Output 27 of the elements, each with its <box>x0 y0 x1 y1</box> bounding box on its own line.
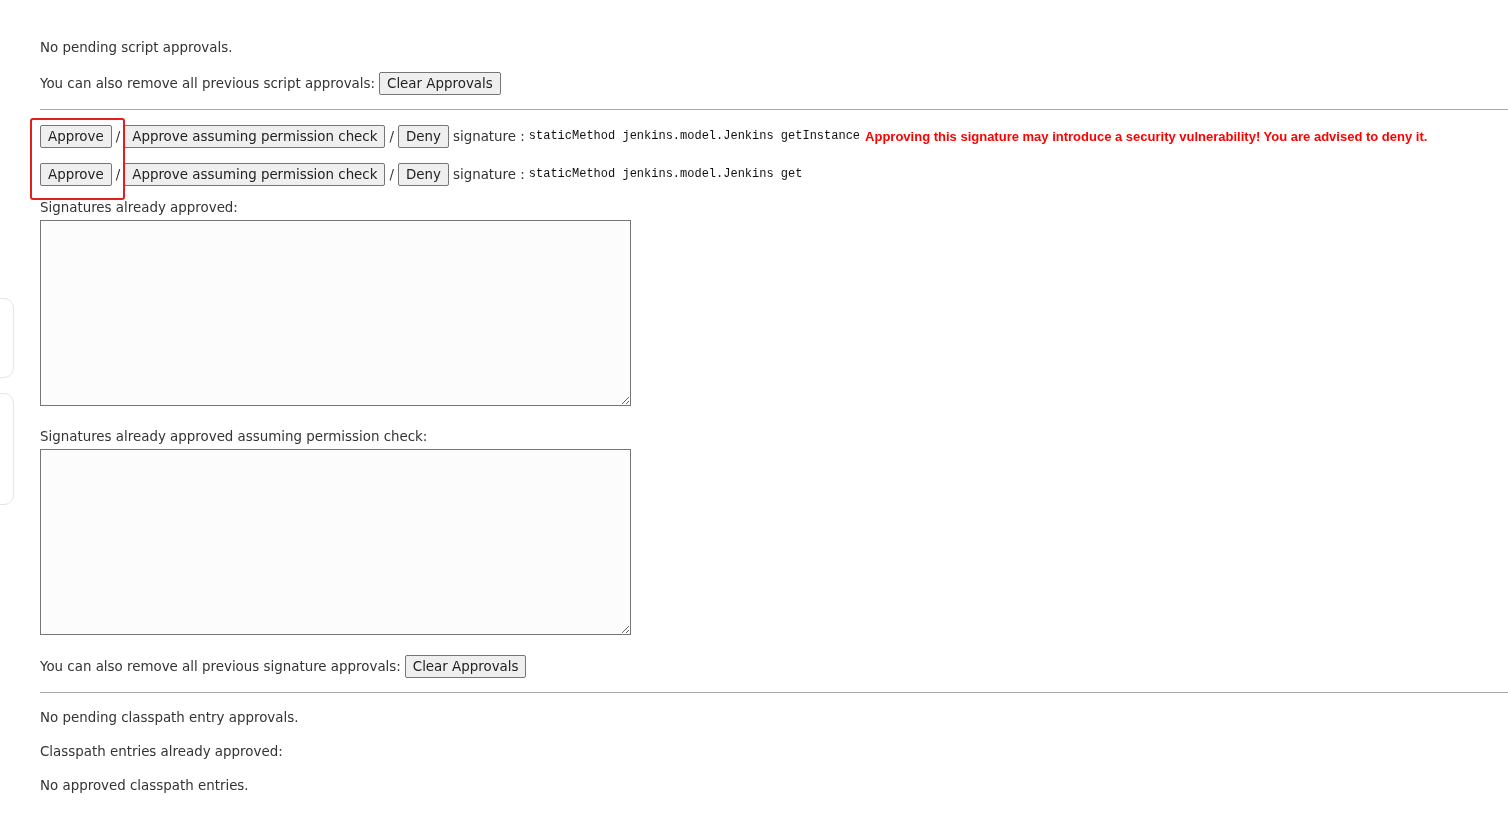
status-text: No pending classpath entry approvals. <box>40 709 300 727</box>
approved-signatures-field[interactable] <box>40 220 631 406</box>
status-text: No approved classpath entries. <box>40 777 250 795</box>
deny-button[interactable]: Deny <box>398 124 449 148</box>
separator: / <box>115 166 121 182</box>
signature-label: signature : <box>452 128 525 144</box>
approve-with-check-button[interactable]: Approve assuming permission check <box>124 124 386 148</box>
separator: / <box>115 128 121 144</box>
status-text: No pending script approvals. <box>40 39 234 57</box>
separator: / <box>389 128 394 144</box>
security-warning: Approving this signature may introduce a security vulnerability! You are advised to deny it. <box>865 128 1428 144</box>
approved-check-signatures-field[interactable] <box>40 449 631 635</box>
field-label: Signatures already approved assuming permission check: <box>40 428 429 446</box>
deny-button[interactable]: Deny <box>398 162 449 186</box>
signature-text: staticMethod jenkins.model.Jenkins getInstance <box>528 129 861 143</box>
signature-text: staticMethod jenkins.model.Jenkins get <box>528 167 803 181</box>
signature-label: signature : <box>452 166 525 182</box>
separator: / <box>389 166 394 182</box>
approve-button[interactable]: Approve <box>40 124 112 148</box>
clear-approvals-button[interactable]: Clear Approvals <box>404 655 527 678</box>
clear-approvals-button[interactable]: Clear Approvals <box>379 72 501 95</box>
approve-with-check-button[interactable]: Approve assuming permission check <box>124 162 386 186</box>
section-label: Classpath entries already approved: <box>40 743 284 761</box>
field-label: Signatures already approved: <box>40 199 239 217</box>
clear-label: You can also remove all previous script approvals: <box>40 74 376 93</box>
approve-button[interactable]: Approve <box>40 162 112 186</box>
clear-label: You can also remove all previous signature approvals: <box>40 659 401 674</box>
